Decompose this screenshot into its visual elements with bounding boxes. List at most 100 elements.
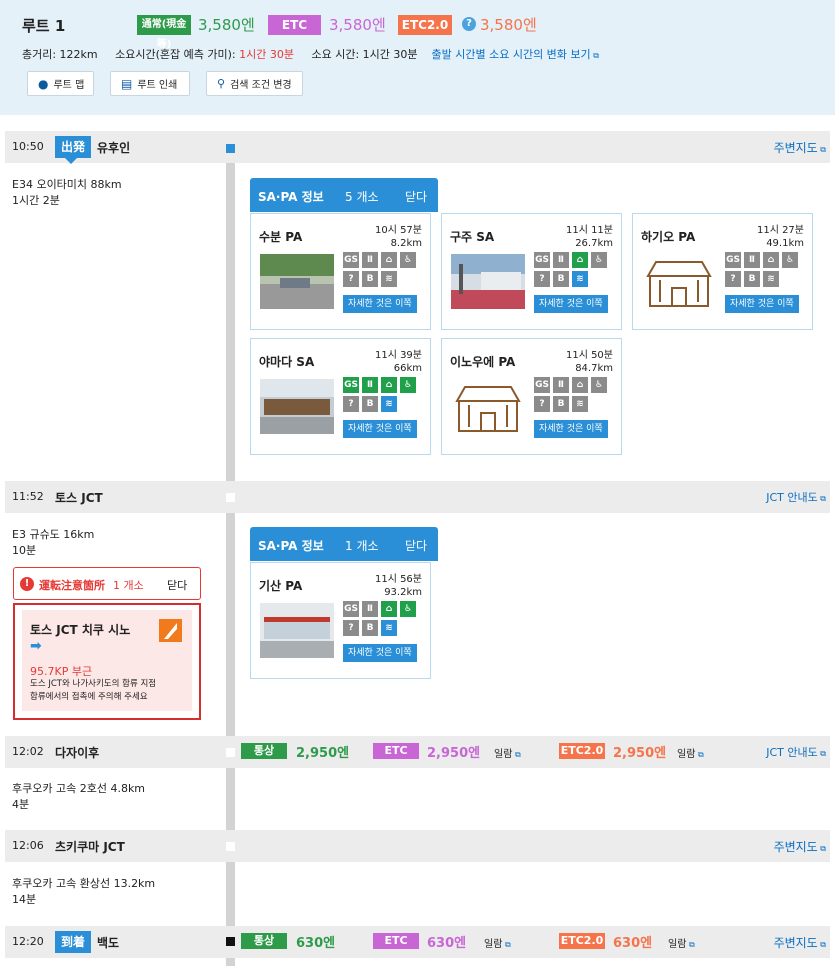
sapa-detail-button[interactable]: 자세한 것은 이쪽	[343, 644, 417, 662]
route-print-button[interactable]: ▤ 루트 인쇄	[110, 71, 190, 96]
sapa-card-4: 야마다 SA 11시 39분 66km GS Ⅱ ⌂ ♿ ? B ≋ 자세한 것은…	[250, 338, 431, 455]
atm-icon: B	[553, 396, 569, 412]
etc2-list-link[interactable]: 일람 ⧉	[677, 745, 704, 760]
restaurant-icon: Ⅱ	[553, 252, 569, 268]
sapa-card-time: 11시 56분 93.2km	[375, 573, 422, 599]
sapa-card-name: 야마다 SA	[259, 355, 315, 369]
caution-bar: ! 運転注意箇所 1 개소 닫다	[13, 567, 201, 600]
printer-icon: ▤	[121, 76, 133, 91]
ic-name: 다자이후	[55, 746, 100, 760]
caution-close-button[interactable]: 닫다	[167, 577, 187, 593]
etc2-toll-tag: ETC2.0	[559, 743, 605, 759]
normal-toll-price: 2,950엔	[296, 746, 350, 761]
caution-box-title: 토스 JCT 치쿠 시노	[30, 623, 131, 637]
help-icon[interactable]: ?	[462, 17, 476, 31]
jct-guide-link[interactable]: JCT 안내도 ⧉	[766, 489, 826, 505]
arrive-node	[226, 937, 235, 946]
highway-oasis-icon: ≋	[572, 396, 588, 412]
highway-oasis-icon: ≋	[381, 271, 397, 287]
sapa-card-time: 10시 57분 8.2km	[375, 224, 422, 250]
route-info: 총거리: 122km 소요시간(혼잡 예측 가미): 1시간 30분 소요 시간…	[22, 46, 599, 62]
jct-2-map-link[interactable]: 주변지도 ⧉	[774, 838, 826, 855]
jct-row-2: 12:06 츠키쿠마 JCT 주변지도 ⧉	[5, 830, 830, 862]
arrive-map-link[interactable]: 주변지도 ⧉	[774, 934, 826, 951]
etc-list-label: 일람	[484, 939, 503, 950]
sapa-card-time: 11시 39분 66km	[375, 349, 422, 375]
caution-title: 運転注意箇所	[39, 579, 105, 592]
normal-toll-price: 630엔	[296, 936, 336, 951]
caution-count: 1 개소	[113, 579, 144, 592]
sapa-card-time: 11시 11분 26.7km	[566, 224, 613, 250]
sapa-card-time-value: 11시 11분	[565, 225, 613, 236]
highway-oasis-icon: ≋	[763, 271, 779, 287]
info-icon: ?	[534, 271, 550, 287]
etc-list-link[interactable]: 일람 ⧉	[494, 745, 521, 760]
atm-icon: B	[362, 396, 378, 412]
external-link-icon: ⧉	[817, 844, 826, 853]
etc-fare-price: 3,580엔	[329, 16, 386, 34]
etc2-toll-price: 630엔	[613, 936, 653, 951]
merge-sign-icon	[159, 619, 182, 642]
normal-fare-tag: 通常(現金等)	[137, 15, 191, 50]
info-icon: ?	[343, 620, 359, 636]
total-distance: 총거리: 122km	[22, 48, 98, 61]
sapa-detail-button[interactable]: 자세한 것은 이쪽	[534, 295, 608, 313]
highway-oasis-icon: ≋	[381, 396, 397, 412]
depart-map-label: 주변지도	[773, 141, 818, 155]
arrive-time: 12:20	[12, 935, 44, 948]
caution-km: 95.7KP 부근	[30, 665, 93, 678]
ic-guide-label: JCT 안내도	[766, 746, 818, 759]
etc-list-link[interactable]: 일람 ⧉	[484, 935, 511, 950]
sapa-card-3: 하기오 PA 11시 27분 49.1km GS Ⅱ ⌂ ♿ ? B ≋ 자세한 …	[632, 213, 813, 330]
toilet-icon: ♿	[400, 252, 416, 268]
etc2-toll-tag: ETC2.0	[559, 933, 605, 949]
arrow-right-icon: ➡	[30, 638, 42, 654]
external-link-icon: ⧉	[590, 51, 599, 60]
caution-detail-inner: 토스 JCT 치쿠 시노 ➡ 95.7KP 부근 도스 JCT와 나가사키도의 …	[22, 610, 192, 711]
ic-row: 12:02 다자이후 통상 2,950엔 ETC 2,950엔 일람 ⧉ ETC…	[5, 736, 830, 768]
ic-guide-link[interactable]: JCT 안내도 ⧉	[766, 744, 826, 760]
sapa-close-button[interactable]: 닫다	[405, 188, 427, 205]
sapa-card-name: 하기오 PA	[641, 230, 696, 244]
restaurant-icon: Ⅱ	[362, 601, 378, 617]
toilet-icon: ♿	[591, 252, 607, 268]
time-congestion-value: 1시간 30분	[239, 48, 294, 61]
arrive-map-label: 주변지도	[773, 936, 818, 950]
sapa-detail-button[interactable]: 자세한 것은 이쪽	[343, 420, 417, 438]
depart-map-link[interactable]: 주변지도 ⧉	[774, 139, 826, 156]
sapa-card-time-value: 11시 50분	[565, 350, 613, 361]
route-map-button[interactable]: ● 루트 맵	[27, 71, 94, 96]
segment-4: 후쿠오카 고속 환상선 13.2km 14분	[12, 876, 155, 908]
etc2-toll-price: 2,950엔	[613, 746, 667, 761]
sapa-close-button[interactable]: 닫다	[405, 537, 427, 554]
sapa-card-time-value: 10시 57분	[374, 225, 422, 236]
change-search-button[interactable]: ⚲ 검색 조건 변경	[206, 71, 303, 96]
shop-icon: ⌂	[572, 252, 588, 268]
route-title: 루트 1	[22, 17, 66, 35]
sapa-title: SA·PA 정보	[258, 539, 324, 553]
etc2-fare-price: 3,580엔	[480, 16, 537, 34]
time-change-link[interactable]: 출발 시간별 소요 시간의 변화 보기	[432, 48, 591, 61]
change-search-label: 검색 조건 변경	[230, 80, 292, 91]
shop-icon: ⌂	[763, 252, 779, 268]
sapa-photo	[260, 379, 334, 434]
sapa-detail-button[interactable]: 자세한 것은 이쪽	[343, 295, 417, 313]
sapa-detail-button[interactable]: 자세한 것은 이쪽	[534, 420, 608, 438]
etc2-list-link[interactable]: 일람 ⧉	[668, 935, 695, 950]
etc-fare-tag: ETC	[268, 15, 321, 35]
sapa-card-5: 이노우에 PA 11시 50분 84.7km GS Ⅱ ⌂ ♿ ? B ≋ 자세한…	[441, 338, 622, 455]
normal-toll-tag: 통상	[241, 933, 287, 949]
gas-station-icon: GS	[725, 252, 741, 268]
route-summary-header: 루트 1 通常(現金等) 3,580엔 ETC 3,580엔 ETC2.0 ? …	[0, 0, 835, 115]
sapa-detail-button[interactable]: 자세한 것은 이쪽	[725, 295, 799, 313]
gas-station-icon: GS	[343, 252, 359, 268]
arrive-row: 12:20 到着 백도 통상 630엔 ETC 630엔 일람 ⧉ ETC2.0…	[5, 926, 830, 958]
depart-time: 10:50	[12, 140, 44, 153]
highway-oasis-icon: ≋	[572, 271, 588, 287]
sapa-card-1: 수분 PA 10시 57분 8.2km GS Ⅱ ⌂ ♿ ? B ≋ 자세한 것은…	[250, 213, 431, 330]
sapa-title: SA·PA 정보	[258, 190, 324, 204]
sapa-card-name: 구주 SA	[450, 230, 495, 244]
segment-2: E3 규슈도 16km 10분	[12, 527, 94, 559]
segment-2-road: E3 규슈도 16km	[12, 528, 95, 541]
sapa-photo	[260, 254, 334, 309]
